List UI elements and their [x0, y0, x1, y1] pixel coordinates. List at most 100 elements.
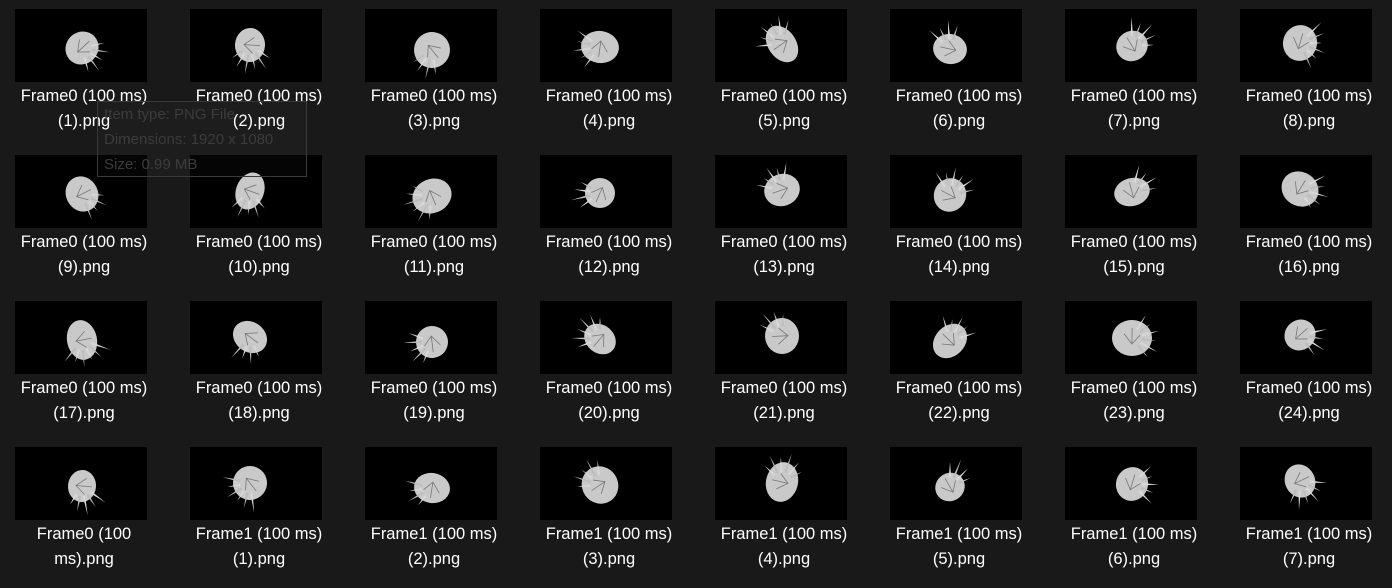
- file-name[interactable]: Frame1 (100 ms) (1).png: [175, 522, 343, 572]
- file-item[interactable]: Frame1 (100 ms) (4).png: [700, 438, 872, 584]
- file-item[interactable]: Frame0 (100 ms) (10).png: [175, 146, 347, 292]
- file-item[interactable]: Frame1 (100 ms) (6).png: [1050, 438, 1222, 584]
- file-name[interactable]: Frame1 (100 ms) (2).png: [350, 522, 518, 572]
- file-name[interactable]: Frame0 (100 ms).png: [0, 522, 168, 572]
- file-thumbnail[interactable]: [715, 447, 847, 520]
- file-name[interactable]: Frame0 (100 ms) (24).png: [1225, 376, 1392, 426]
- file-name[interactable]: Frame0 (100 ms) (2).png: [175, 84, 343, 134]
- file-thumbnail[interactable]: [1240, 155, 1372, 228]
- file-thumbnail[interactable]: [1065, 9, 1197, 82]
- file-thumbnail[interactable]: [365, 447, 497, 520]
- file-item[interactable]: Frame0 (100 ms) (3).png: [350, 0, 522, 146]
- file-thumbnail[interactable]: [540, 155, 672, 228]
- file-item[interactable]: Frame0 (100 ms) (7).png: [1050, 0, 1222, 146]
- file-item[interactable]: Frame0 (100 ms) (8).png: [1225, 0, 1392, 146]
- file-name[interactable]: Frame1 (100 ms) (5).png: [875, 522, 1043, 572]
- file-thumbnail[interactable]: [190, 301, 322, 374]
- file-name[interactable]: Frame0 (100 ms) (22).png: [875, 376, 1043, 426]
- file-thumbnail[interactable]: [15, 447, 147, 520]
- file-item[interactable]: Frame0 (100 ms) (2).png: [175, 0, 347, 146]
- file-name[interactable]: Frame0 (100 ms) (9).png: [0, 230, 168, 280]
- file-name[interactable]: Frame0 (100 ms) (3).png: [350, 84, 518, 134]
- file-item[interactable]: Frame1 (100 ms) (2).png: [350, 438, 522, 584]
- file-thumbnail[interactable]: [15, 155, 147, 228]
- file-item[interactable]: Frame0 (100 ms).png: [0, 438, 172, 584]
- file-item[interactable]: Frame0 (100 ms) (13).png: [700, 146, 872, 292]
- file-name[interactable]: Frame1 (100 ms) (3).png: [525, 522, 693, 572]
- file-name[interactable]: Frame0 (100 ms) (12).png: [525, 230, 693, 280]
- file-thumbnail[interactable]: [715, 9, 847, 82]
- file-thumbnail[interactable]: [365, 301, 497, 374]
- file-item[interactable]: Frame0 (100 ms) (24).png: [1225, 292, 1392, 438]
- file-name-line-1: Frame0 (100 ms): [895, 233, 1023, 251]
- file-item[interactable]: Frame0 (100 ms) (11).png: [350, 146, 522, 292]
- thumbnail-render: [403, 178, 452, 222]
- file-thumbnail[interactable]: [890, 301, 1022, 374]
- file-name[interactable]: Frame0 (100 ms) (15).png: [1050, 230, 1218, 280]
- file-thumbnail[interactable]: [540, 301, 672, 374]
- file-name[interactable]: Frame0 (100 ms) (1).png: [0, 84, 168, 134]
- file-thumbnail[interactable]: [1065, 447, 1197, 520]
- file-thumbnail[interactable]: [365, 9, 497, 82]
- file-thumbnail[interactable]: [715, 301, 847, 374]
- file-item[interactable]: Frame0 (100 ms) (21).png: [700, 292, 872, 438]
- file-name[interactable]: Frame0 (100 ms) (17).png: [0, 376, 168, 426]
- file-thumbnail[interactable]: [890, 155, 1022, 228]
- file-item[interactable]: Frame0 (100 ms) (12).png: [525, 146, 697, 292]
- file-item[interactable]: Frame0 (100 ms) (22).png: [875, 292, 1047, 438]
- file-name[interactable]: Frame0 (100 ms) (14).png: [875, 230, 1043, 280]
- file-name[interactable]: Frame0 (100 ms) (10).png: [175, 230, 343, 280]
- file-item[interactable]: Frame1 (100 ms) (7).png: [1225, 438, 1392, 584]
- file-thumbnail[interactable]: [190, 155, 322, 228]
- file-thumbnail[interactable]: [190, 9, 322, 82]
- file-thumbnail[interactable]: [190, 447, 322, 520]
- file-thumbnail[interactable]: [890, 9, 1022, 82]
- file-name-line-2: (20).png: [578, 404, 640, 422]
- file-name[interactable]: Frame0 (100 ms) (23).png: [1050, 376, 1218, 426]
- file-item[interactable]: Frame0 (100 ms) (17).png: [0, 292, 172, 438]
- file-name[interactable]: Frame0 (100 ms) (19).png: [350, 376, 518, 426]
- file-item[interactable]: Frame0 (100 ms) (4).png: [525, 0, 697, 146]
- file-item[interactable]: Frame0 (100 ms) (6).png: [875, 0, 1047, 146]
- file-item[interactable]: Frame1 (100 ms) (5).png: [875, 438, 1047, 584]
- file-item[interactable]: Frame0 (100 ms) (18).png: [175, 292, 347, 438]
- file-name[interactable]: Frame0 (100 ms) (6).png: [875, 84, 1043, 134]
- file-thumbnail[interactable]: [1240, 9, 1372, 82]
- file-thumbnail[interactable]: [540, 9, 672, 82]
- file-thumbnail[interactable]: [365, 155, 497, 228]
- file-item[interactable]: Frame0 (100 ms) (19).png: [350, 292, 522, 438]
- file-item[interactable]: Frame0 (100 ms) (9).png: [0, 146, 172, 292]
- file-item[interactable]: Frame0 (100 ms) (16).png: [1225, 146, 1392, 292]
- file-item[interactable]: Frame0 (100 ms) (14).png: [875, 146, 1047, 292]
- file-name-line-1: Frame0 (100 ms): [1070, 379, 1198, 397]
- file-name[interactable]: Frame0 (100 ms) (16).png: [1225, 230, 1392, 280]
- file-name[interactable]: Frame1 (100 ms) (4).png: [700, 522, 868, 572]
- file-item[interactable]: Frame0 (100 ms) (1).png: [0, 0, 172, 146]
- file-item[interactable]: Frame1 (100 ms) (3).png: [525, 438, 697, 584]
- file-item[interactable]: Frame1 (100 ms) (1).png: [175, 438, 347, 584]
- file-thumbnail[interactable]: [1065, 301, 1197, 374]
- file-name[interactable]: Frame0 (100 ms) (18).png: [175, 376, 343, 426]
- file-thumbnail[interactable]: [540, 447, 672, 520]
- file-item[interactable]: Frame0 (100 ms) (5).png: [700, 0, 872, 146]
- file-name[interactable]: Frame0 (100 ms) (13).png: [700, 230, 868, 280]
- file-thumbnail[interactable]: [1240, 301, 1372, 374]
- file-thumbnail[interactable]: [15, 301, 147, 374]
- file-name[interactable]: Frame0 (100 ms) (7).png: [1050, 84, 1218, 134]
- file-name[interactable]: Frame0 (100 ms) (4).png: [525, 84, 693, 134]
- file-thumbnail[interactable]: [890, 447, 1022, 520]
- file-name[interactable]: Frame0 (100 ms) (11).png: [350, 230, 518, 280]
- file-item[interactable]: Frame0 (100 ms) (15).png: [1050, 146, 1222, 292]
- file-name[interactable]: Frame0 (100 ms) (21).png: [700, 376, 868, 426]
- file-item[interactable]: Frame0 (100 ms) (23).png: [1050, 292, 1222, 438]
- file-thumbnail[interactable]: [1240, 447, 1372, 520]
- file-thumbnail[interactable]: [15, 9, 147, 82]
- file-item[interactable]: Frame0 (100 ms) (20).png: [525, 292, 697, 438]
- file-name[interactable]: Frame1 (100 ms) (6).png: [1050, 522, 1218, 572]
- file-thumbnail[interactable]: [715, 155, 847, 228]
- file-name[interactable]: Frame1 (100 ms) (7).png: [1225, 522, 1392, 572]
- file-thumbnail[interactable]: [1065, 155, 1197, 228]
- file-name[interactable]: Frame0 (100 ms) (8).png: [1225, 84, 1392, 134]
- file-name[interactable]: Frame0 (100 ms) (20).png: [525, 376, 693, 426]
- file-name[interactable]: Frame0 (100 ms) (5).png: [700, 84, 868, 134]
